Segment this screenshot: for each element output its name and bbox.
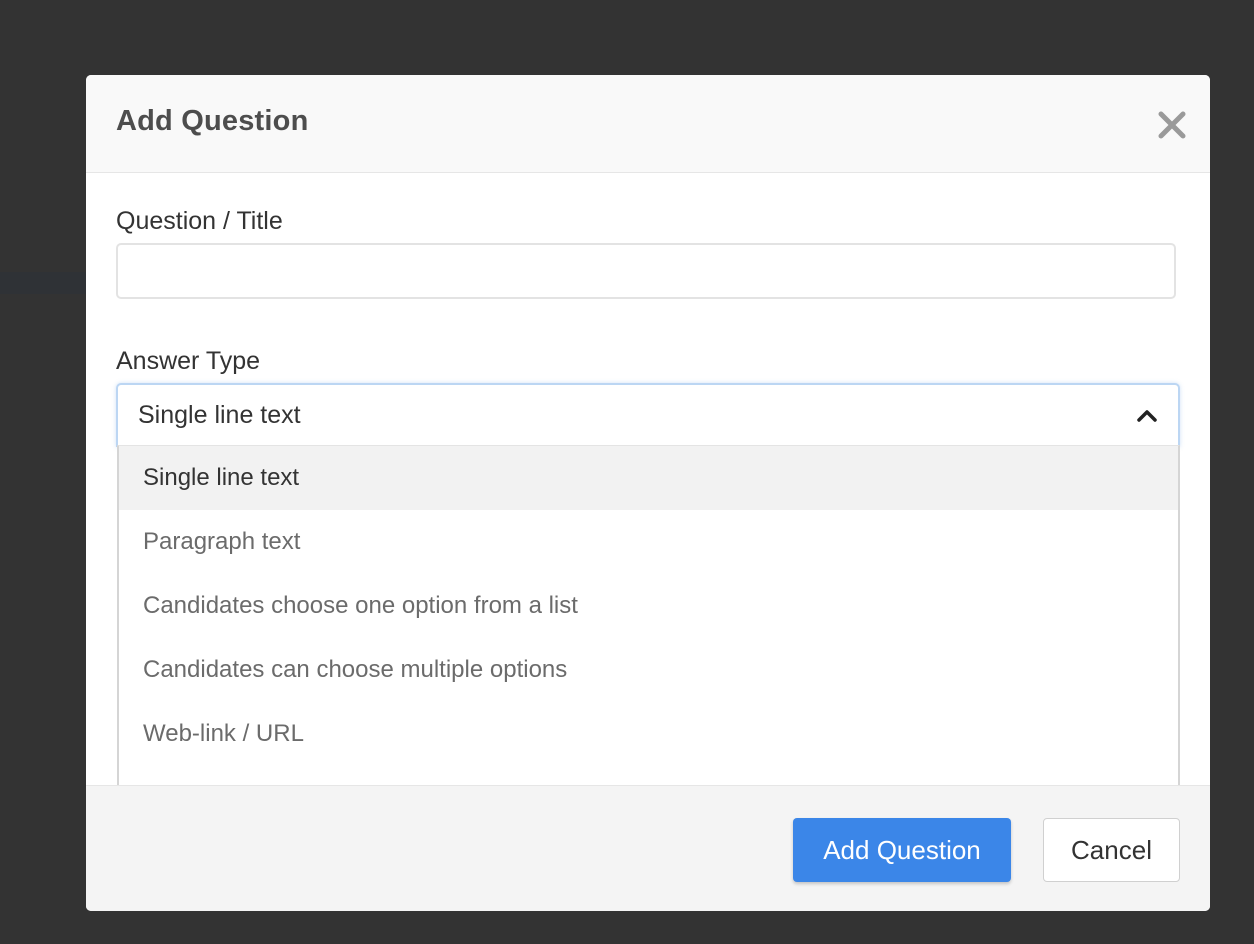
backdrop-underlying-content	[0, 272, 90, 294]
chevron-up-icon	[1136, 407, 1158, 423]
modal-header: Add Question	[86, 75, 1210, 173]
answer-type-selected-value: Single line text	[138, 401, 301, 429]
answer-type-dropdown-list[interactable]: Single line text Paragraph text Candidat…	[117, 445, 1180, 786]
answer-type-option[interactable]: Candidates can choose multiple options	[119, 638, 1178, 702]
modal-title: Add Question	[116, 105, 309, 137]
close-button[interactable]	[1156, 109, 1188, 141]
cancel-button[interactable]: Cancel	[1043, 818, 1180, 882]
question-title-label: Question / Title	[116, 207, 283, 235]
modal-footer: Add Question Cancel	[86, 785, 1210, 911]
answer-type-option[interactable]: Web-link / URL	[119, 702, 1178, 766]
answer-type-option[interactable]: Single line text	[119, 446, 1178, 510]
answer-type-select[interactable]: Single line text	[116, 383, 1180, 447]
answer-type-option[interactable]: Candidates choose one option from a list	[119, 574, 1178, 638]
close-icon	[1158, 111, 1186, 139]
add-question-modal: Add Question Question / Title Answer Typ…	[86, 75, 1210, 911]
question-title-input[interactable]	[116, 243, 1176, 299]
answer-type-label: Answer Type	[116, 347, 261, 375]
add-question-button[interactable]: Add Question	[793, 818, 1011, 882]
answer-type-option[interactable]: Paragraph text	[119, 510, 1178, 574]
